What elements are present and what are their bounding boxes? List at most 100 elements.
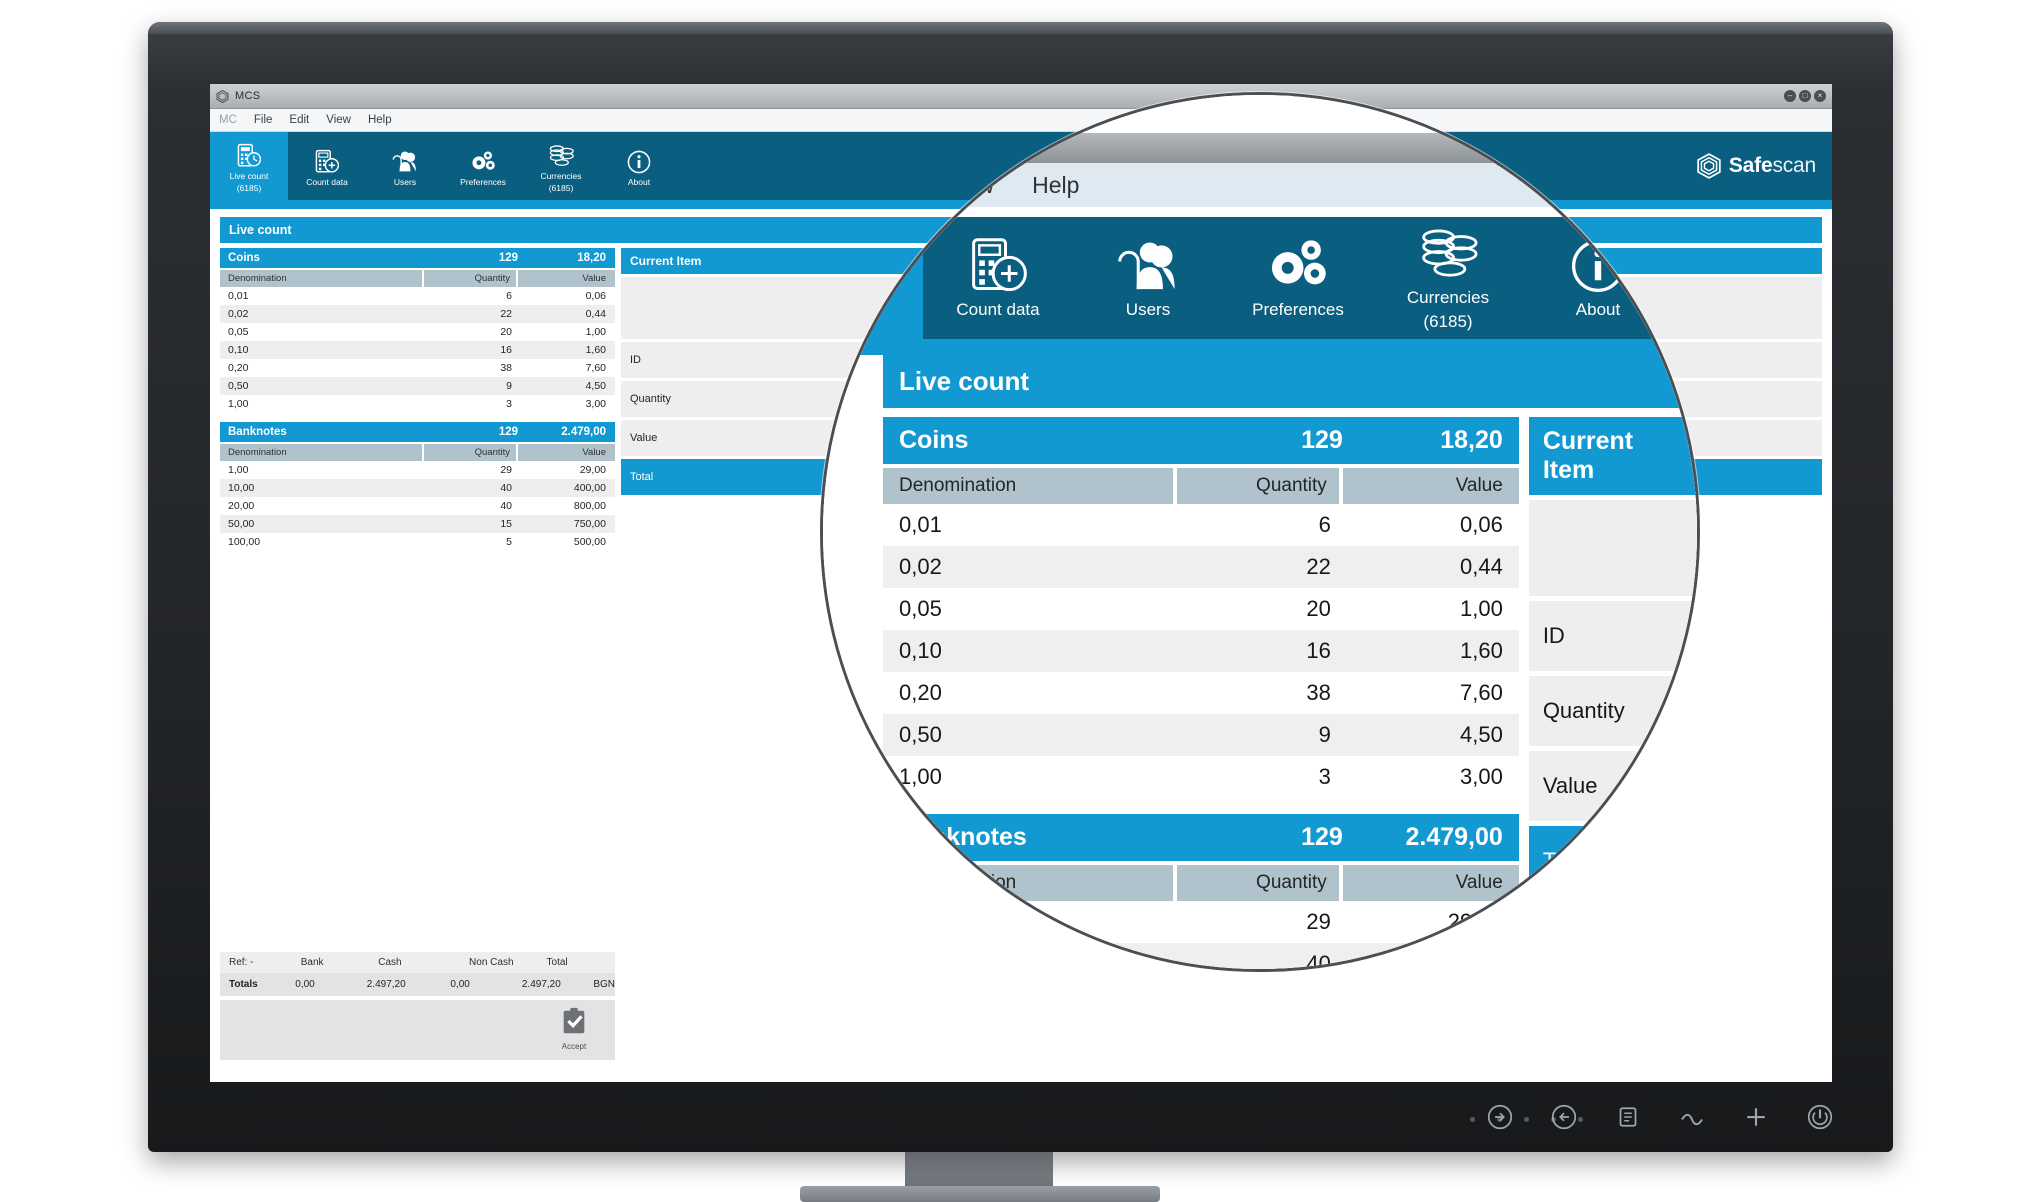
menu-mc[interactable]: MC	[219, 114, 237, 126]
info-icon	[626, 149, 652, 175]
magnified-current-item-pane: Current Item ID Quantity Value Total	[1528, 417, 1697, 896]
cell-denomination: 0,01	[899, 512, 942, 537]
menu-view[interactable]: View	[326, 114, 351, 126]
accept-button[interactable]: Accept	[559, 1006, 589, 1051]
close-button[interactable]: ×	[1814, 90, 1826, 102]
totals-currency: BGN	[593, 979, 616, 990]
magnified-current-item-value: Value	[1528, 751, 1697, 821]
ribbon-tab-count-data[interactable]: Count data	[288, 132, 366, 200]
ribbon-tab-currencies[interactable]: Currencies (6185)	[522, 132, 600, 200]
cell-denomination: 1,00	[228, 398, 249, 410]
magnified-tab-currencies[interactable]: Currencies (6185)	[1373, 217, 1523, 339]
table-row[interactable]: 0,01 6 0,06	[883, 504, 1519, 546]
magnified-banknotes-total-value: 2.479,00	[1405, 823, 1503, 851]
menu-help[interactable]: Help	[368, 114, 392, 126]
ribbon-tab-preferences[interactable]: Preferences	[444, 132, 522, 200]
coins-rows: 0,01 6 0,06 0,02 22 0,44 0,05 20 1,00 0,10 16 1,60 0…	[220, 287, 615, 413]
magnified-titlebar	[823, 133, 1697, 163]
totals-panel: Ref: - Bank Cash Non Cash Total Totals 0…	[220, 952, 615, 1060]
minimize-button[interactable]: –	[1784, 90, 1796, 102]
table-row[interactable]: 0,20 38 7,60	[220, 359, 615, 377]
window-controls[interactable]: – □ ×	[1784, 90, 1826, 102]
cell-quantity: 29	[1306, 909, 1331, 934]
magnified-tab-count-data[interactable]: Count data	[923, 217, 1073, 339]
table-row[interactable]: 1,00 3 3,00	[883, 756, 1519, 798]
cell-value: 3,00	[585, 398, 606, 410]
magnified-coins-col-value: Value	[1342, 468, 1519, 504]
ribbon-tab-live-count-sub: (6185)	[236, 183, 262, 193]
table-row[interactable]: 0,20 38 7,60	[883, 672, 1519, 714]
coins-total-value: 18,20	[577, 252, 606, 264]
table-row[interactable]: 20,00 40 800,00	[220, 497, 615, 515]
magnified-menu-help[interactable]: Help	[1032, 172, 1079, 199]
magnified-banknotes-rows: 1,002929,0010,0040400,0020,0040800,0050,…	[883, 901, 1519, 972]
table-row[interactable]: 10,00 40 400,00	[220, 479, 615, 497]
table-row[interactable]: 10,00 40 400,00	[883, 943, 1519, 972]
menu-file[interactable]: File	[254, 114, 273, 126]
ribbon-tab-users-label: Users	[393, 177, 417, 187]
magnified-current-item-total: Total	[1528, 826, 1697, 896]
magnifier-lens: Edit View Help Live count (61	[820, 92, 1700, 972]
live-count-icon	[236, 143, 262, 169]
table-row[interactable]: 0,50 9 4,50	[883, 714, 1519, 756]
maximize-button[interactable]: □	[1799, 90, 1811, 102]
table-row[interactable]: 0,05 20 1,00	[220, 323, 615, 341]
cell-quantity: 16	[1306, 638, 1331, 663]
table-row[interactable]: 0,10 16 1,60	[220, 341, 615, 359]
brightness-icon[interactable]	[1677, 1102, 1707, 1132]
coins-stack-icon	[547, 143, 575, 169]
table-row[interactable]: 0,02 22 0,44	[220, 305, 615, 323]
magnified-counts-pane: Coins 129 18,20 Denomination Quantity Va…	[883, 417, 1519, 972]
table-row[interactable]: 0,01 6 0,06	[220, 287, 615, 305]
magnified-coins-total-value: 18,20	[1440, 426, 1503, 454]
live-count-icon	[823, 224, 878, 284]
cell-quantity: 38	[1306, 680, 1331, 705]
magnified-tab-live-count[interactable]: Live count (6185)	[822, 217, 923, 339]
table-row[interactable]: 0,10 16 1,60	[883, 630, 1519, 672]
cell-denomination: 0,02	[899, 554, 942, 579]
magnified-menubar-spacer	[823, 207, 1697, 217]
table-row[interactable]: 50,00 15 750,00	[220, 515, 615, 533]
users-icon	[391, 149, 419, 175]
table-row[interactable]: 0,05 20 1,00	[883, 588, 1519, 630]
magnified-coins-header: Coins 129 18,20	[883, 417, 1519, 464]
magnified-tab-preferences[interactable]: Preferences	[1223, 217, 1373, 339]
magnified-menu-edit[interactable]: Edit	[867, 172, 907, 199]
preferences-gears-icon	[469, 149, 497, 175]
table-row[interactable]: 0,50 9 4,50	[220, 377, 615, 395]
table-row[interactable]: 0,02 22 0,44	[883, 546, 1519, 588]
ribbon-tab-users[interactable]: Users	[366, 132, 444, 200]
table-row[interactable]: 1,00 3 3,00	[220, 395, 615, 413]
display-icon[interactable]	[1613, 1102, 1643, 1132]
monitor-screen: MCS – □ × MC File Edit View Help Live co…	[210, 84, 1832, 1082]
magnified-menu-view[interactable]: View	[945, 172, 994, 199]
magnified-tab-users[interactable]: Users	[1073, 217, 1223, 339]
cell-denomination: 10,00	[899, 951, 955, 972]
cell-value: 1,00	[585, 326, 606, 338]
table-row[interactable]: 100,00 5 500,00	[220, 533, 615, 551]
power-icon[interactable]	[1805, 1102, 1835, 1132]
monitor-bezel-buttons[interactable]	[1485, 1102, 1835, 1132]
input-icon[interactable]	[1549, 1102, 1579, 1132]
table-row[interactable]: 1,00 29 29,00	[883, 901, 1519, 943]
plus-icon[interactable]	[1741, 1102, 1771, 1132]
accept-label: Accept	[561, 1042, 587, 1051]
magnified-tab-live-count-sub: (6185)	[823, 312, 873, 331]
magnified-tab-live-count-label: Live count	[822, 288, 887, 307]
ribbon-tab-live-count[interactable]: Live count (6185)	[210, 132, 288, 200]
totals-col-total: Total	[546, 957, 568, 968]
cell-denomination: 10,00	[228, 482, 255, 494]
safescan-hex-icon	[1697, 153, 1721, 179]
ribbon-tab-preferences-label: Preferences	[460, 177, 506, 187]
table-row[interactable]: 1,00 29 29,00	[220, 461, 615, 479]
banknotes-col-value: Value	[518, 444, 615, 461]
magnified-tab-about[interactable]: About	[1523, 217, 1673, 339]
menu-edit[interactable]: Edit	[289, 114, 309, 126]
power-menu-icon[interactable]	[1485, 1102, 1515, 1132]
screenshot-root: MCS – □ × MC File Edit View Help Live co…	[0, 0, 2040, 1202]
cell-quantity: 5	[506, 536, 512, 548]
magnified-menubar: Edit View Help	[823, 163, 1697, 207]
ribbon-tab-about[interactable]: About	[600, 132, 678, 200]
magnified-banknotes-title: Banknotes	[899, 823, 1027, 851]
magnified-coins-title: Coins	[899, 426, 969, 454]
